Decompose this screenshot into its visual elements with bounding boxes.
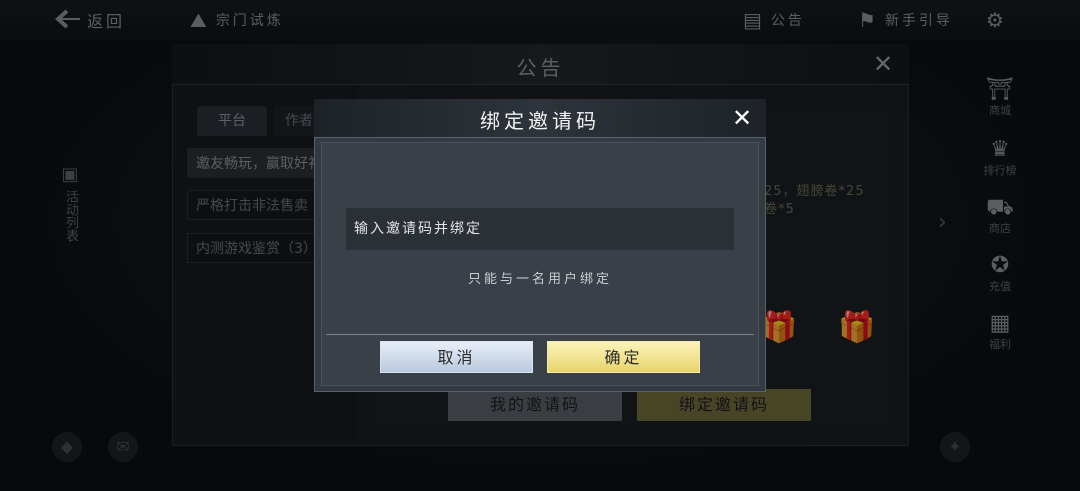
confirm-button[interactable]: 确定	[547, 341, 700, 373]
cancel-button[interactable]: 取消	[380, 341, 533, 373]
close-icon[interactable]: ✕	[732, 106, 752, 130]
invite-code-input[interactable]	[346, 208, 734, 250]
bind-hint-text: 只能与一名用户绑定	[467, 272, 612, 287]
modal-title: 绑定邀请码	[480, 109, 600, 133]
modal-divider	[326, 334, 754, 335]
modal-header: 绑定邀请码	[314, 99, 766, 138]
